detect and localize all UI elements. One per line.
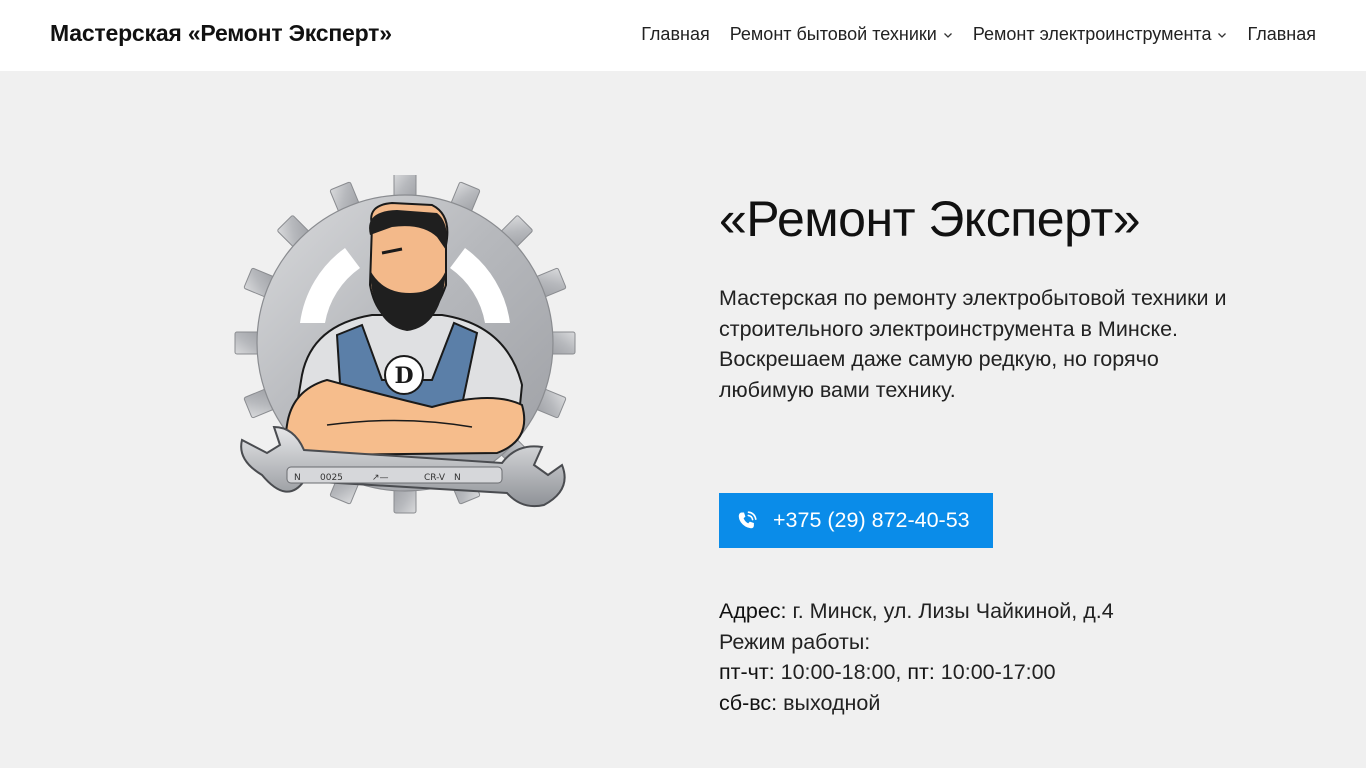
phone-number: +375 (29) 872-40-53 bbox=[773, 508, 970, 532]
weekday-hours-line: пт-чт: 10:00-18:00, пт: 10:00-17:00 bbox=[719, 657, 1114, 688]
call-button[interactable]: +375 (29) 872-40-53 bbox=[719, 493, 993, 548]
nav-item-appliance-repair[interactable]: Ремонт бытовой техники bbox=[730, 24, 953, 45]
nav-item-label: Ремонт электроинструмента bbox=[972, 24, 1212, 44]
wrench-mark: ↗— bbox=[372, 473, 389, 483]
wrench-mark: CR-V bbox=[424, 473, 446, 483]
nav-item-home-2[interactable]: Главная bbox=[1247, 24, 1316, 45]
site-title[interactable]: Мастерская «Ремонт Эксперт» bbox=[50, 20, 392, 47]
nav-item-label: Ремонт бытовой техники bbox=[729, 24, 937, 44]
hero-description: Мастерская по ремонту электробытовой тех… bbox=[719, 286, 1227, 402]
weekend-value: выходной bbox=[777, 691, 881, 716]
wrench-mark: N bbox=[294, 473, 301, 483]
nav-item-home[interactable]: Главная bbox=[641, 24, 710, 45]
weekdays-label: пт-чт: bbox=[719, 660, 775, 685]
weekend-label: сб-вс: bbox=[719, 691, 778, 716]
weekdays-value: 10:00-18:00, bbox=[774, 660, 908, 685]
nav-item-tool-repair[interactable]: Ремонт электроинструмента bbox=[973, 24, 1228, 45]
address-value: г. Минск, ул. Лизы Чайкиной, д.4 bbox=[786, 599, 1114, 623]
address-line: Адрес: г. Минск, ул. Лизы Чайкиной, д.4 bbox=[719, 596, 1114, 627]
friday-label: пт: bbox=[907, 660, 935, 685]
nav-item-label: Главная bbox=[1247, 24, 1316, 44]
chevron-down-icon bbox=[943, 32, 952, 38]
badge-letter: D bbox=[394, 363, 413, 389]
site-header: Мастерская «Ремонт Эксперт» Главная Ремо… bbox=[0, 0, 1366, 71]
hours-heading: Режим работы: bbox=[719, 629, 871, 654]
wrench-mark: 0025 bbox=[320, 473, 343, 483]
main-nav: Главная Ремонт бытовой техники Ремонт эл… bbox=[641, 24, 1316, 45]
hero-title: «Ремонт Эксперт» bbox=[719, 191, 1141, 247]
contact-info: Адрес: г. Минск, ул. Лизы Чайкиной, д.4 … bbox=[719, 596, 1114, 719]
address-label: Адрес: bbox=[719, 599, 787, 623]
wrench-mark: N bbox=[454, 473, 461, 483]
nav-item-label: Главная bbox=[641, 24, 710, 44]
friday-value: 10:00-17:00 bbox=[934, 660, 1056, 685]
phone-call-icon bbox=[738, 510, 757, 528]
mascot-illustration: D N 0025 ↗— CR-V N bbox=[234, 175, 576, 514]
weekend-hours-line: сб-вс: выходной bbox=[719, 688, 1114, 719]
chevron-down-icon bbox=[1218, 32, 1227, 38]
